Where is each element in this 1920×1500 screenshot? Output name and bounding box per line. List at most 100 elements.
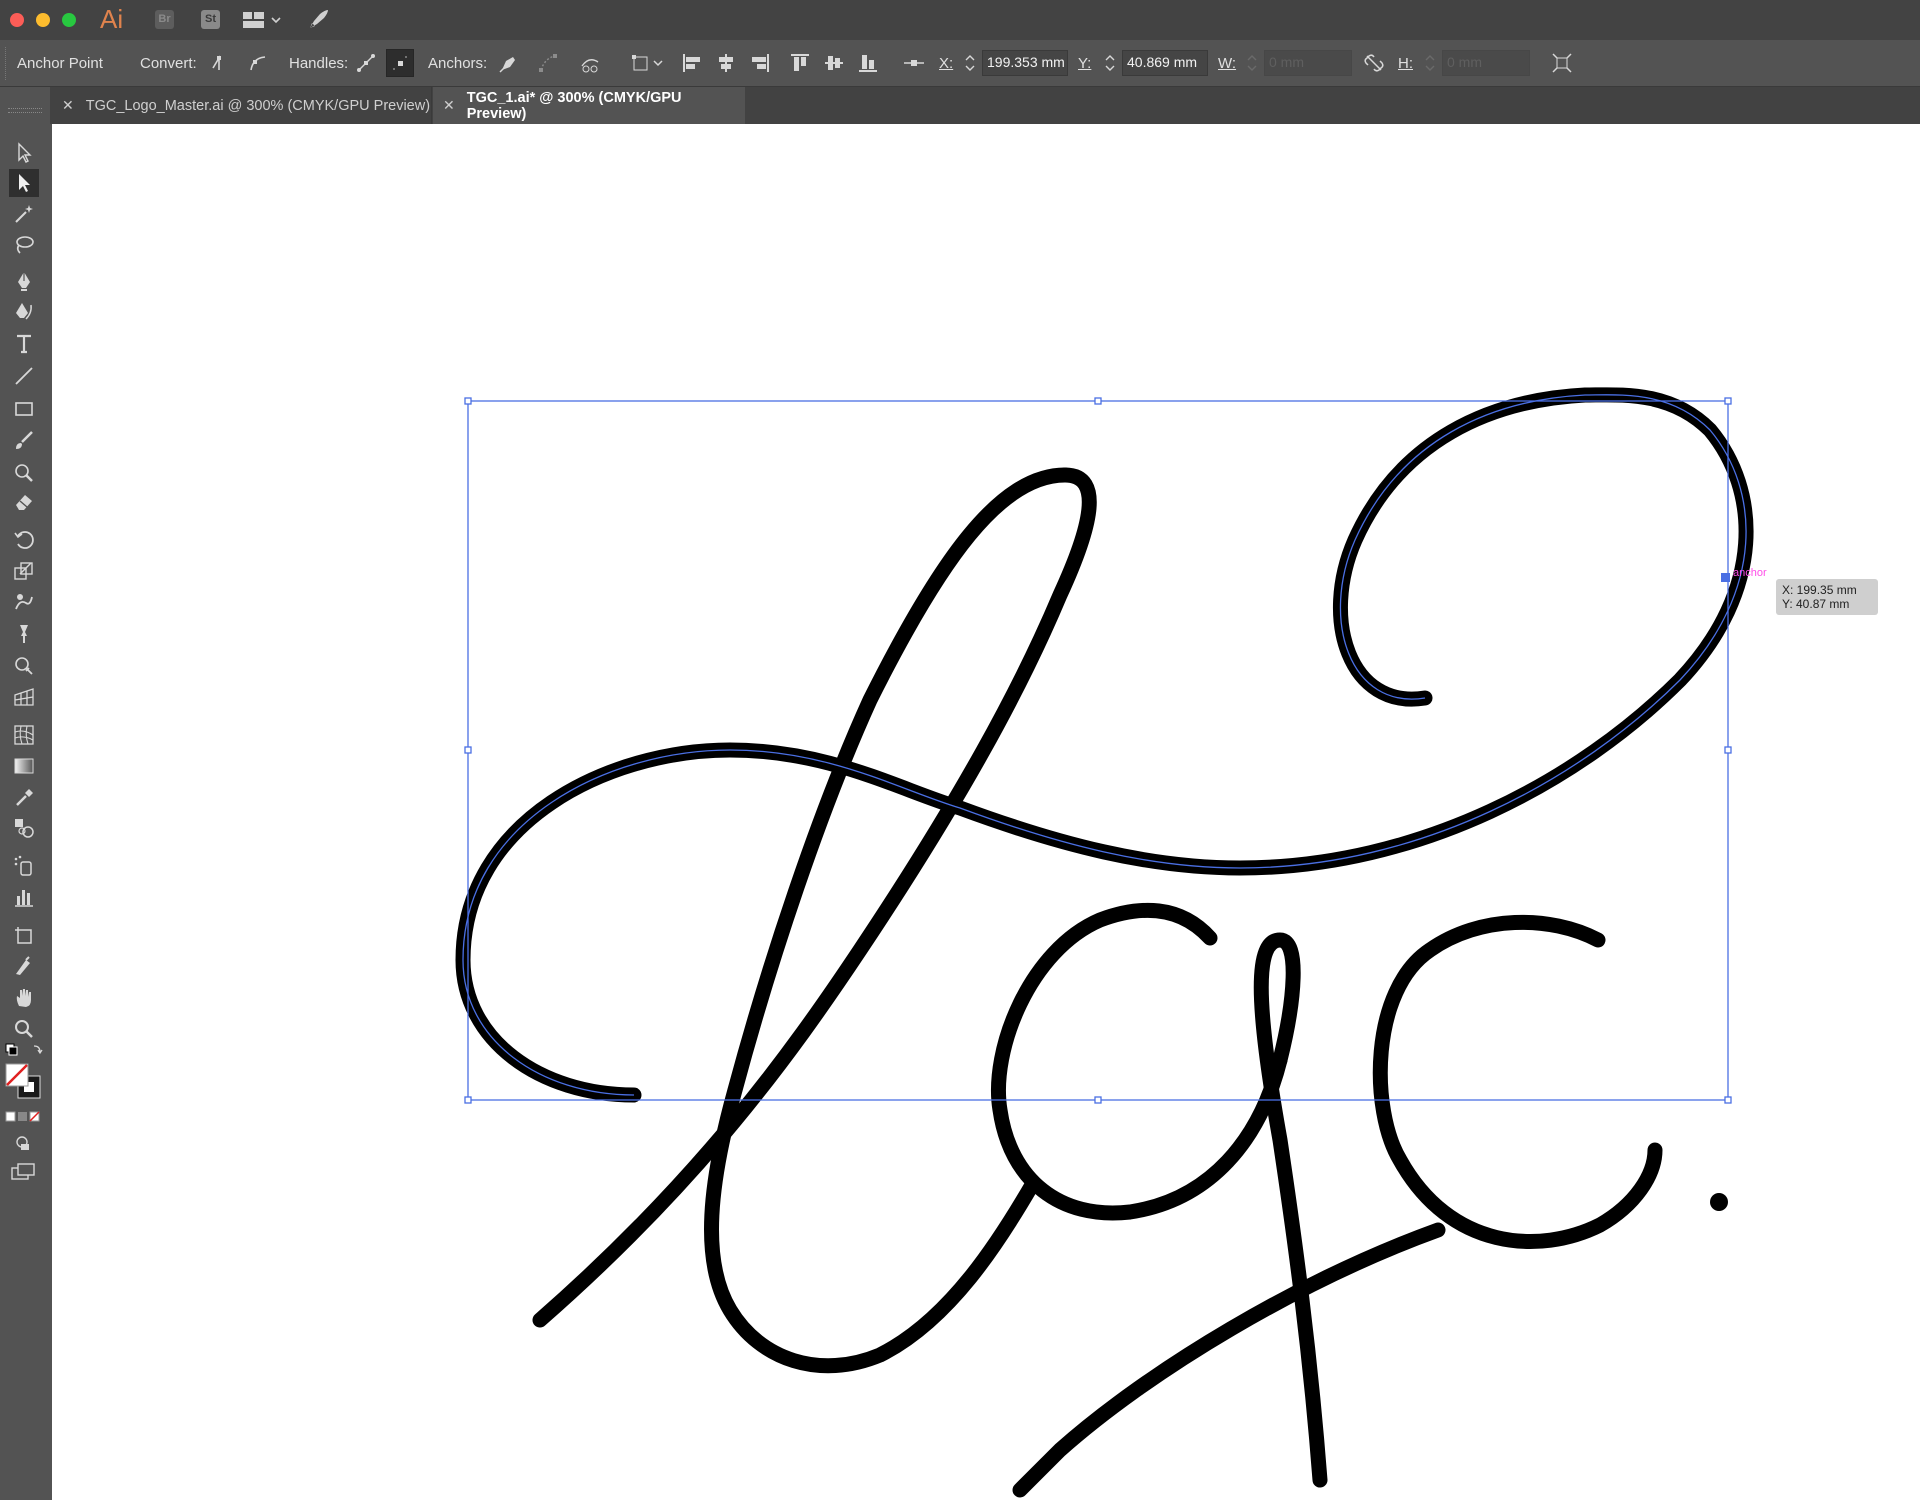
panel-grip[interactable] — [5, 47, 9, 80]
selection-tool-icon[interactable] — [9, 139, 39, 167]
type-tool-icon[interactable] — [9, 330, 39, 358]
bbox-handle-top-left[interactable] — [464, 397, 472, 405]
y-field[interactable]: 40.869 mm — [1122, 50, 1208, 76]
align-left-icon[interactable] — [678, 49, 706, 77]
eraser-tool-icon[interactable] — [9, 488, 39, 516]
tab-tgc-1[interactable]: ✕ TGC_1.ai* @ 300% (CMYK/GPU Preview) — [433, 87, 745, 124]
h-stepper[interactable] — [1422, 50, 1438, 76]
hand-tool-icon[interactable] — [9, 984, 39, 1012]
convert-to-corner-icon[interactable] — [206, 49, 234, 77]
selected-path-outline — [462, 394, 1747, 1096]
x-field[interactable]: 199.353 mm — [982, 50, 1068, 76]
tab-tgc-logo-master[interactable]: ✕ TGC_Logo_Master.ai @ 300% (CMYK/GPU Pr… — [52, 87, 432, 124]
tools-panel — [0, 87, 50, 1500]
connect-paths-icon[interactable] — [534, 49, 562, 77]
h-field[interactable]: 0 mm — [1442, 50, 1530, 76]
swash-underline-stroke[interactable] — [1012, 1222, 1446, 1498]
mesh-tool-icon[interactable] — [9, 721, 39, 749]
bbox-handle-bottom-left[interactable] — [464, 1096, 472, 1104]
line-segment-tool-icon[interactable] — [9, 362, 39, 390]
application-bar: Ai Br St — [0, 0, 1920, 40]
tab-title: TGC_Logo_Master.ai @ 300% (CMYK/GPU Prev… — [85, 97, 431, 114]
artboard-tool-icon[interactable] — [9, 922, 39, 950]
align-top-icon[interactable] — [786, 49, 814, 77]
readout-x: X: 199.35 mm — [1782, 583, 1857, 597]
bbox-handle-bottom-center[interactable] — [1094, 1096, 1102, 1104]
gpu-performance-rocket-icon[interactable] — [306, 8, 330, 32]
close-tab-icon[interactable]: ✕ — [443, 97, 455, 114]
hide-handles-icon[interactable] — [386, 49, 414, 77]
cut-path-at-anchor-icon[interactable] — [576, 49, 604, 77]
tgc-logo-artwork[interactable] — [455, 387, 1754, 1498]
zoom-tool-icon[interactable] — [9, 1015, 39, 1043]
y-stepper[interactable] — [1102, 50, 1118, 76]
w-stepper[interactable] — [1244, 50, 1260, 76]
magic-wand-tool-icon[interactable] — [9, 200, 39, 228]
close-window-button[interactable] — [10, 13, 24, 27]
rectangle-tool-icon[interactable] — [9, 395, 39, 423]
slice-tool-icon[interactable] — [9, 952, 39, 980]
remove-anchor-icon[interactable] — [494, 49, 522, 77]
pen-tool-icon[interactable] — [9, 267, 39, 295]
warp-tool-icon[interactable] — [9, 589, 39, 617]
scale-tool-icon[interactable] — [9, 557, 39, 585]
bbox-handle-bottom-right[interactable] — [1724, 1096, 1732, 1104]
selected-anchor-point[interactable] — [1721, 573, 1730, 582]
bbox-handle-top-center[interactable] — [1094, 397, 1102, 405]
artboard-canvas[interactable]: anchor X: 199.35 mm Y: 40.87 mm — [52, 124, 1920, 1500]
constrain-proportions-link-icon[interactable] — [1360, 49, 1388, 77]
close-tab-icon[interactable]: ✕ — [62, 97, 74, 114]
curvature-tool-icon[interactable] — [9, 297, 39, 325]
zoom-window-button[interactable] — [62, 13, 76, 27]
t-stem-stroke[interactable] — [532, 467, 1097, 1328]
rotate-tool-icon[interactable] — [9, 526, 39, 554]
show-handles-icon[interactable] — [352, 49, 380, 77]
readout-y: Y: 40.87 mm — [1782, 597, 1850, 611]
shaper-tool-icon[interactable] — [9, 458, 39, 486]
minimize-window-button[interactable] — [36, 13, 50, 27]
puppet-warp-tool-icon[interactable] — [9, 620, 39, 648]
convert-to-smooth-icon[interactable] — [244, 49, 272, 77]
blend-tool-icon[interactable] — [9, 814, 39, 842]
align-to-selection-icon[interactable] — [628, 49, 668, 77]
bbox-handle-middle-right[interactable] — [1724, 746, 1732, 754]
workspace-switcher-icon[interactable] — [242, 10, 284, 30]
stock-button[interactable]: St — [201, 10, 220, 29]
y-label: Y: — [1078, 55, 1092, 72]
align-horizontal-center-icon[interactable] — [712, 49, 740, 77]
period-dot[interactable] — [1710, 1193, 1728, 1211]
fill-stroke-controls[interactable] — [4, 1042, 46, 1242]
eyedropper-tool-icon[interactable] — [9, 784, 39, 812]
bbox-handle-top-right[interactable] — [1724, 397, 1732, 405]
w-field[interactable]: 0 mm — [1264, 50, 1352, 76]
perspective-grid-tool-icon[interactable] — [9, 683, 39, 711]
bbox-handle-middle-left[interactable] — [464, 746, 472, 754]
artwork[interactable] — [52, 124, 1920, 1500]
isolate-selected-object-icon[interactable] — [1548, 49, 1576, 77]
x-stepper[interactable] — [962, 50, 978, 76]
align-vertical-center-icon[interactable] — [820, 49, 848, 77]
bounding-box[interactable] — [464, 397, 1732, 1104]
bridge-button[interactable]: Br — [155, 10, 174, 29]
direct-selection-tool-icon[interactable] — [9, 169, 39, 197]
align-bottom-icon[interactable] — [854, 49, 882, 77]
paintbrush-tool-icon[interactable] — [9, 427, 39, 455]
c-letter-stroke[interactable] — [1372, 914, 1663, 1249]
tools-panel-grip[interactable] — [8, 108, 42, 113]
reference-point-icon[interactable] — [900, 49, 928, 77]
lasso-tool-icon[interactable] — [9, 231, 39, 259]
tab-title: TGC_1.ai* @ 300% (CMYK/GPU Preview) — [466, 89, 682, 122]
symbol-sprayer-tool-icon[interactable] — [9, 852, 39, 880]
document-tab-bar: ›› ✕ TGC_Logo_Master.ai @ 300% (CMYK/GPU… — [0, 87, 1920, 124]
smart-guide-label: anchor — [1733, 567, 1767, 579]
column-graph-tool-icon[interactable] — [9, 883, 39, 911]
align-right-icon[interactable] — [746, 49, 774, 77]
g-descender-stroke[interactable] — [1253, 932, 1328, 1488]
gradient-tool-icon[interactable] — [9, 752, 39, 780]
shape-builder-tool-icon[interactable] — [9, 652, 39, 680]
x-label: X: — [939, 55, 954, 72]
convert-label: Convert: — [140, 55, 197, 72]
t-loop-stroke[interactable] — [455, 387, 1754, 1103]
g-bowl-stroke[interactable] — [991, 902, 1288, 1221]
coordinate-readout: X: 199.35 mm Y: 40.87 mm — [1776, 579, 1878, 615]
